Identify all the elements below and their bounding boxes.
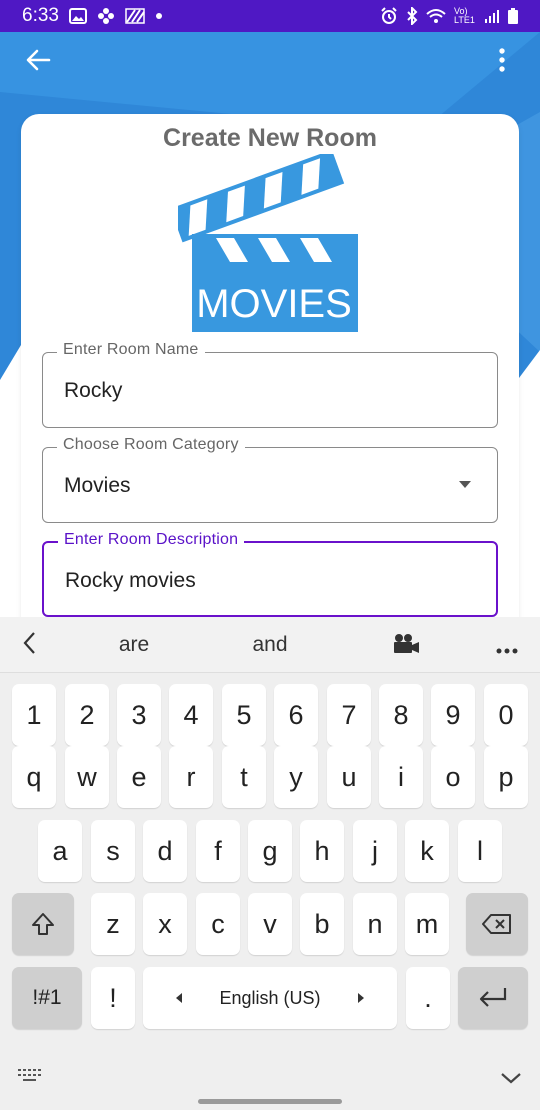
key-j[interactable]: j — [353, 820, 397, 882]
key-r[interactable]: r — [169, 746, 213, 808]
pinwheel-icon — [97, 7, 115, 25]
alarm-icon — [380, 7, 398, 25]
keyboard-grid-icon — [18, 1069, 41, 1081]
key-q[interactable]: q — [12, 746, 56, 808]
key-6[interactable]: 6 — [274, 684, 318, 746]
suggestion-bar: are and — [0, 617, 540, 673]
key-b[interactable]: b — [300, 893, 344, 955]
key-d[interactable]: d — [143, 820, 187, 882]
key-2[interactable]: 2 — [65, 684, 109, 746]
key-p[interactable]: p — [484, 746, 528, 808]
key-c[interactable]: c — [196, 893, 240, 955]
key-period[interactable]: . — [406, 967, 450, 1029]
key-a[interactable]: a — [38, 820, 82, 882]
movie-camera-emoji-suggestion[interactable] — [392, 633, 420, 660]
dropdown-arrow-icon — [459, 481, 471, 488]
key-h[interactable]: h — [300, 820, 344, 882]
movies-clapperboard-logo: MOVIES — [178, 154, 358, 332]
key-l[interactable]: l — [458, 820, 502, 882]
caret-left-icon — [176, 993, 182, 1003]
more-vertical-icon — [499, 48, 505, 72]
network-label: Vo) LTE1 — [454, 6, 475, 25]
key-n[interactable]: n — [353, 893, 397, 955]
key-3[interactable]: 3 — [117, 684, 161, 746]
dot-icon — [155, 12, 163, 20]
key-v[interactable]: v — [248, 893, 292, 955]
key-f[interactable]: f — [196, 820, 240, 882]
room-name-value: Rocky — [64, 379, 123, 402]
caret-right-icon — [358, 993, 364, 1003]
chevron-down-icon — [501, 1073, 521, 1084]
key-4[interactable]: 4 — [169, 684, 213, 746]
key-i[interactable]: i — [379, 746, 423, 808]
suggestion-1[interactable]: are — [100, 633, 168, 657]
bluetooth-icon — [406, 7, 418, 25]
key-1[interactable]: 1 — [12, 684, 56, 746]
signal-icon — [484, 9, 500, 23]
more-options-button[interactable] — [496, 641, 518, 659]
chevron-left-icon — [23, 632, 35, 654]
key-5[interactable]: 5 — [222, 684, 266, 746]
key-u[interactable]: u — [327, 746, 371, 808]
keyboard-switch-button[interactable] — [18, 1069, 42, 1088]
enter-return-icon — [479, 988, 507, 1007]
key-y[interactable]: y — [274, 746, 318, 808]
key-o[interactable]: o — [431, 746, 475, 808]
space-bar[interactable]: English (US) — [143, 967, 397, 1029]
room-category-select[interactable]: Choose Room Category Movies — [42, 436, 498, 523]
shift-arrow-icon — [32, 913, 54, 935]
home-indicator[interactable] — [198, 1099, 342, 1104]
room-name-field[interactable]: Enter Room Name Rocky — [42, 341, 498, 428]
room-description-label: Enter Room Description — [58, 531, 245, 549]
room-description-value: Rocky movies — [65, 569, 196, 592]
key-x[interactable]: x — [143, 893, 187, 955]
clock: 6:33 — [22, 5, 59, 26]
symbols-key[interactable]: !#1 — [12, 967, 82, 1029]
key-e[interactable]: e — [117, 746, 161, 808]
key-z[interactable]: z — [91, 893, 135, 955]
backspace-key[interactable] — [466, 893, 528, 955]
room-name-label: Enter Room Name — [57, 341, 205, 359]
movie-camera-icon — [394, 634, 419, 653]
arrow-left-icon — [26, 49, 51, 71]
room-category-label: Choose Room Category — [57, 436, 245, 454]
key-9[interactable]: 9 — [431, 684, 475, 746]
overflow-menu-button[interactable] — [484, 42, 520, 78]
page-title: Create New Room — [163, 124, 377, 152]
enter-key[interactable] — [458, 967, 528, 1029]
suggestion-2[interactable]: and — [236, 633, 304, 657]
wifi-icon — [426, 8, 446, 24]
backspace-icon — [482, 914, 511, 934]
key-m[interactable]: m — [405, 893, 449, 955]
key-exclamation[interactable]: ! — [91, 967, 135, 1029]
status-bar: 6:33 Vo) LTE1 — [0, 0, 540, 32]
logo-text: MOVIES — [196, 282, 352, 326]
key-7[interactable]: 7 — [327, 684, 371, 746]
key-0[interactable]: 0 — [484, 684, 528, 746]
key-8[interactable]: 8 — [379, 684, 423, 746]
room-description-field[interactable]: Enter Room Description Rocky movies — [42, 531, 498, 617]
gallery-icon — [68, 8, 87, 24]
back-button[interactable] — [20, 42, 56, 78]
key-g[interactable]: g — [248, 820, 292, 882]
key-w[interactable]: w — [65, 746, 109, 808]
key-t[interactable]: t — [222, 746, 266, 808]
hide-keyboard-button[interactable] — [500, 1071, 522, 1089]
striped-icon — [125, 8, 145, 24]
space-bar-label: English (US) — [219, 987, 321, 1008]
battery-icon — [508, 8, 518, 24]
room-category-value: Movies — [64, 474, 131, 497]
collapse-suggestions-button[interactable] — [22, 631, 36, 660]
key-k[interactable]: k — [405, 820, 449, 882]
shift-key[interactable] — [12, 893, 74, 955]
key-s[interactable]: s — [91, 820, 135, 882]
on-screen-keyboard: are and 1 2 3 4 5 6 7 8 9 0 q w e r t y … — [0, 617, 540, 1110]
more-horizontal-icon — [496, 648, 518, 654]
